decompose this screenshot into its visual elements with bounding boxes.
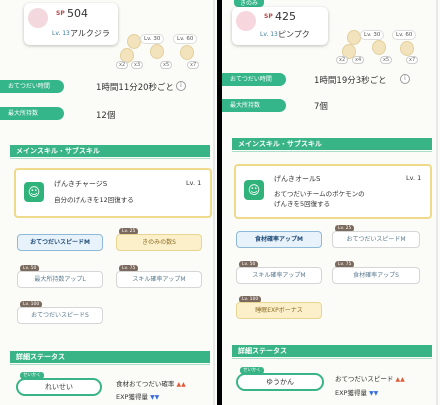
nature-effect-down: EXP獲得量 ▼▼ [116,391,159,401]
help-time-label: おてつだい時間 [222,73,286,86]
sp-label: SP [56,10,65,17]
ingredient-count: x2 [116,61,129,69]
pokemon-icon [28,8,48,28]
pokemon-header-card: SP 425 Lv. 13 ピンプク [232,7,328,45]
type-tab: きのみ [234,0,265,7]
scrollbar[interactable] [436,0,438,405]
main-skill-level: Lv. 1 [186,179,202,187]
up-arrow-icon: ▲▲ [176,381,186,388]
ingredient-icon [180,45,194,60]
subskill-base[interactable]: 食材確率アップM [236,231,322,248]
ingredient-count: x3 [131,61,144,69]
ingredient-icon [150,44,164,59]
ingredient-count: x2 [336,56,349,64]
main-skill-level: Lv. 1 [406,174,422,182]
help-time-label: おてつだい時間 [0,80,64,93]
ingredient-count: x4 [352,56,365,64]
level-pill: Lv. 30 [360,30,385,40]
level-label: Lv. 13 [52,30,70,37]
main-skill-description-line2: げんきを5回復する [274,200,331,208]
pokemon-name: ピンプク [278,30,310,39]
nature-effect-down: EXP獲得量 ▼▼ [335,387,378,397]
section-header-skills: メインスキル・サブスキル [232,138,432,152]
section-header-detail: 詳細ステータス [232,345,432,359]
smile-icon: ☺ [244,180,264,200]
ingredient-count: x5 [380,56,393,64]
info-icon[interactable]: i [176,81,186,91]
level-pill: Lv. 30 [140,34,165,44]
main-skill-name: げんきオールS [274,175,321,183]
pokemon-icon [236,11,256,31]
info-icon[interactable]: i [400,74,410,84]
nature-pill[interactable]: ゆうかん [236,373,324,391]
ingredient-count: x7 [187,61,200,69]
ingredient-count: x5 [160,61,173,69]
left-pokemon-panel: SP 504 Lv. 13 アルクジラ Lv. 30 Lv. 60 x2 x3 … [0,0,217,405]
pokemon-header-card: SP 504 Lv. 13 アルクジラ [24,3,118,45]
section-header-detail: 詳細ステータス [10,351,210,365]
main-skill-description-line1: おてつだいチームのポケモンの [274,190,365,198]
subskill-lv25[interactable]: おてつだいスピードM [332,231,420,248]
down-arrow-icon: ▼▼ [150,394,160,401]
max-carry-label: 最大所持数 [222,99,286,112]
sp-value: 425 [275,10,296,23]
nature-pill[interactable]: れいせい [16,378,102,396]
subskill-lv75[interactable]: スキル確率アップM [116,271,202,288]
max-carry-label: 最大所持数 [0,107,64,120]
ingredient-icon [127,34,141,49]
subskill-lv50[interactable]: スキル確率アップM [236,267,322,284]
smile-icon: ☺ [24,182,44,202]
max-carry-value: 12個 [96,111,116,121]
sp-value: 504 [67,7,88,20]
help-time-value: 1時間11分20秒ごと [96,83,175,93]
nature-effect-up: おてつだいスピード ▲▲ [335,373,405,383]
nature-effect-up: 食材おてつだい確率 ▲▲ [116,378,186,388]
nature-effect-text: 食材おてつだい確率 [116,380,175,388]
nature-effect-text: EXP獲得量 [116,393,148,401]
subskill-lv100[interactable]: おてつだいスピードS [17,307,103,324]
subskill-base[interactable]: おてつだいスピードM [17,234,103,251]
sp-label: SP [264,13,273,20]
down-arrow-icon: ▼▼ [369,390,379,397]
level-pill: Lv. 60 [392,30,417,40]
pokemon-name: アルクジラ [70,29,110,38]
ingredient-icon [400,41,414,56]
ingredient-icon [372,40,386,55]
subskill-lv25[interactable]: きのみの数S [116,234,202,251]
section-header-skills: メインスキル・サブスキル [10,145,210,159]
level-label: Lv. 13 [260,31,278,38]
max-carry-value: 7個 [314,102,328,112]
help-time-value: 1時間19分3秒ごと [314,76,387,86]
subskill-lv75[interactable]: 食材確率アップS [332,267,420,284]
nature-effect-text: EXP獲得量 [335,389,367,397]
level-pill: Lv. 60 [173,34,198,44]
right-pokemon-panel: きのみ SP 425 Lv. 13 ピンプク Lv. 30 Lv. 60 x2 … [222,0,440,405]
up-arrow-icon: ▲▲ [395,376,405,383]
ingredient-count: x7 [406,56,419,64]
nature-effect-text: おてつだいスピード [335,375,394,383]
main-skill-name: げんきチャージS [54,180,108,188]
main-skill-card[interactable]: ☺ げんきオールS Lv. 1 おてつだいチームのポケモンの げんきを5回復する [234,164,432,219]
main-skill-card[interactable]: ☺ げんきチャージS Lv. 1 自分のげんきを12回復する [14,168,212,218]
ingredient-icon [347,30,361,45]
subskill-lv100[interactable]: 睡眠EXPボーナス [236,302,322,319]
scrollbar[interactable] [213,0,215,405]
subskill-lv50[interactable]: 最大所持数アップL [17,271,103,288]
main-skill-description: 自分のげんきを12回復する [54,196,134,204]
